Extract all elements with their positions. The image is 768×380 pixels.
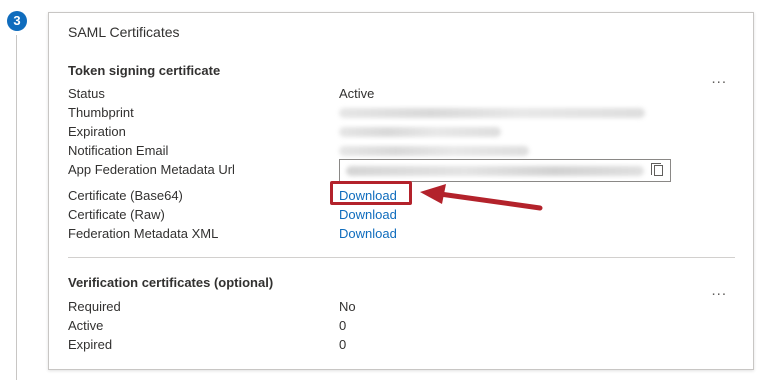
required-value: No: [339, 299, 356, 314]
cert-base64-label: Certificate (Base64): [68, 188, 183, 203]
cert-raw-label: Certificate (Raw): [68, 207, 165, 222]
active-label: Active: [68, 318, 104, 333]
cert-raw-download-link[interactable]: Download: [339, 207, 397, 222]
token-signing-more-options-icon[interactable]: ...: [711, 70, 727, 87]
notification-email-value-redacted: [339, 146, 529, 156]
thumbprint-label: Thumbprint: [68, 105, 134, 120]
notification-email-label: Notification Email: [68, 143, 169, 158]
thumbprint-value-redacted: [339, 108, 645, 118]
status-label: Status: [68, 86, 105, 101]
metadata-url-value-redacted: [346, 166, 644, 176]
section-divider: [68, 257, 735, 258]
required-label: Required: [68, 299, 121, 314]
step-number-badge: 3: [7, 11, 27, 31]
verification-title: Verification certificates (optional): [68, 275, 274, 290]
expired-value: 0: [339, 337, 347, 352]
step-connector-line: [16, 35, 17, 380]
verification-more-options-icon[interactable]: ...: [711, 282, 727, 299]
token-signing-title: Token signing certificate: [68, 63, 221, 78]
federation-xml-download-link[interactable]: Download: [339, 226, 397, 241]
status-value: Active: [339, 86, 375, 101]
metadata-url-label: App Federation Metadata Url: [68, 162, 235, 177]
expired-label: Expired: [68, 337, 113, 352]
expiration-label: Expiration: [68, 124, 126, 139]
active-value: 0: [339, 318, 347, 333]
card-title: SAML Certificates: [68, 24, 180, 40]
metadata-url-field[interactable]: [339, 159, 671, 182]
expiration-value-redacted: [339, 127, 501, 137]
copy-icon[interactable]: [651, 163, 663, 176]
annotation-arrow-icon: [420, 184, 543, 211]
download-highlight-box: [330, 181, 412, 205]
federation-xml-label: Federation Metadata XML: [68, 226, 219, 241]
